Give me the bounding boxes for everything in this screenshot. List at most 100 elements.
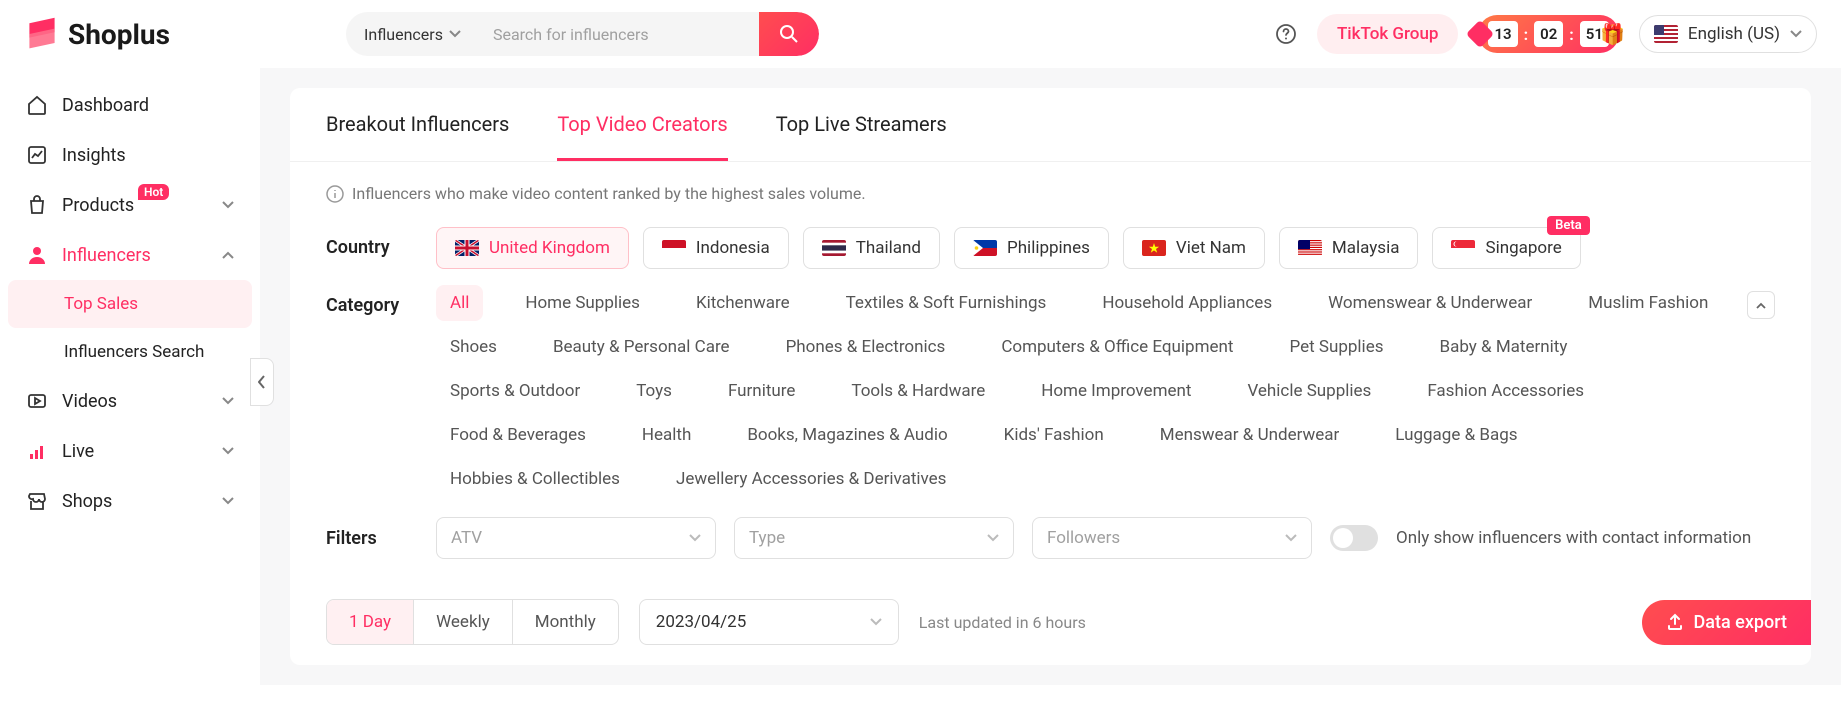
shop-icon (26, 490, 48, 512)
category-chip[interactable]: Textiles & Soft Furnishings (832, 285, 1061, 321)
category-chip[interactable]: Beauty & Personal Care (539, 329, 744, 365)
main-content: Breakout Influencers Top Video Creators … (260, 68, 1841, 685)
contact-toggle-label: Only show influencers with contact infor… (1396, 528, 1751, 548)
flag-ph-icon (973, 240, 997, 256)
beta-badge: Beta (1547, 216, 1590, 235)
period-monthly[interactable]: Monthly (513, 600, 618, 644)
followers-filter[interactable]: Followers (1032, 517, 1312, 559)
category-chip[interactable]: Computers & Office Equipment (987, 329, 1247, 365)
nav-label: Videos (62, 391, 117, 412)
tab-breakout-influencers[interactable]: Breakout Influencers (326, 112, 509, 161)
chart-icon (26, 144, 48, 166)
country-name: Viet Nam (1176, 238, 1246, 258)
category-chip[interactable]: Kids' Fashion (990, 417, 1118, 453)
collapse-categories-button[interactable] (1747, 291, 1775, 319)
help-icon (1275, 23, 1297, 45)
country-name: Philippines (1007, 238, 1090, 258)
main-tabs: Breakout Influencers Top Video Creators … (290, 88, 1811, 162)
video-icon (26, 390, 48, 412)
logo[interactable]: Shoplus (24, 16, 254, 52)
atv-filter[interactable]: ATV (436, 517, 716, 559)
country-chip-my[interactable]: Malaysia (1279, 227, 1419, 269)
nav-dashboard[interactable]: Dashboard (8, 80, 252, 130)
info-text: Influencers who make video content ranke… (352, 184, 866, 203)
category-chip[interactable]: Phones & Electronics (772, 329, 960, 365)
language-selector[interactable]: English (US) (1639, 15, 1817, 53)
country-name: United Kingdom (489, 238, 610, 258)
tab-top-video-creators[interactable]: Top Video Creators (557, 112, 727, 161)
search-input[interactable] (479, 13, 759, 56)
nav-top-sales[interactable]: Top Sales (8, 280, 252, 328)
category-chip[interactable]: Furniture (714, 373, 809, 409)
nav-live[interactable]: Live (8, 426, 252, 476)
category-chip[interactable]: Baby & Maternity (1425, 329, 1581, 365)
category-chip[interactable]: Home Supplies (511, 285, 654, 321)
category-chip[interactable]: Books, Magazines & Audio (733, 417, 961, 453)
country-chip-sg[interactable]: SingaporeBeta (1432, 227, 1580, 269)
category-chip[interactable]: Fashion Accessories (1413, 373, 1598, 409)
country-name: Malaysia (1332, 238, 1400, 258)
nav-shops[interactable]: Shops (8, 476, 252, 526)
nav-products[interactable]: Products Hot (8, 180, 252, 230)
chevron-down-icon (689, 534, 701, 542)
hot-badge: Hot (138, 184, 169, 200)
category-chip[interactable]: Shoes (436, 329, 511, 365)
logo-text: Shoplus (68, 18, 170, 51)
category-chip[interactable]: Womenswear & Underwear (1314, 285, 1546, 321)
period-1day[interactable]: 1 Day (327, 600, 414, 644)
chevron-down-icon (870, 618, 882, 626)
country-chip-uk[interactable]: United Kingdom (436, 227, 629, 269)
chevron-down-icon (222, 497, 234, 505)
nav-influencers-search[interactable]: Influencers Search (8, 328, 252, 376)
followers-placeholder: Followers (1047, 528, 1120, 548)
help-button[interactable] (1275, 23, 1297, 45)
tiktok-group-button[interactable]: TikTok Group (1317, 14, 1459, 54)
category-chip[interactable]: Hobbies & Collectibles (436, 461, 634, 497)
contact-info-toggle[interactable] (1330, 525, 1378, 551)
person-icon (26, 244, 48, 266)
countdown-timer[interactable]: 13 : 02 : 51 🎁 (1478, 15, 1618, 53)
type-filter[interactable]: Type (734, 517, 1014, 559)
nav-label: Insights (62, 145, 126, 166)
category-chip[interactable]: Jewellery Accessories & Derivatives (662, 461, 961, 497)
category-chip[interactable]: Tools & Hardware (837, 373, 999, 409)
category-chip[interactable]: Food & Beverages (436, 417, 600, 453)
nav-videos[interactable]: Videos (8, 376, 252, 426)
category-chip[interactable]: Vehicle Supplies (1233, 373, 1385, 409)
filters-label: Filters (326, 528, 416, 549)
tab-top-live-streamers[interactable]: Top Live Streamers (776, 112, 947, 161)
export-label: Data export (1694, 612, 1787, 633)
gift-icon: 🎁 (1600, 22, 1625, 46)
nav-influencers[interactable]: Influencers (8, 230, 252, 280)
language-label: English (US) (1688, 24, 1780, 44)
chevron-down-icon (1790, 30, 1802, 38)
country-chip-id[interactable]: Indonesia (643, 227, 789, 269)
category-chip[interactable]: Muslim Fashion (1574, 285, 1722, 321)
logo-icon (24, 16, 60, 52)
category-chip[interactable]: Toys (622, 373, 686, 409)
category-chip[interactable]: Menswear & Underwear (1146, 417, 1354, 453)
period-weekly[interactable]: Weekly (414, 600, 513, 644)
chevron-left-icon (258, 375, 266, 389)
category-chip[interactable]: Home Improvement (1027, 373, 1205, 409)
country-chip-th[interactable]: Thailand (803, 227, 940, 269)
flag-us-icon (1654, 25, 1678, 43)
category-chip[interactable]: Health (628, 417, 705, 453)
category-chip[interactable]: All (436, 285, 483, 321)
search-button[interactable] (759, 12, 819, 56)
search-category-dropdown[interactable]: Influencers (346, 25, 479, 44)
category-chip[interactable]: Household Appliances (1088, 285, 1286, 321)
nav-insights[interactable]: Insights (8, 130, 252, 180)
country-chip-ph[interactable]: Philippines (954, 227, 1109, 269)
home-icon (26, 94, 48, 116)
category-chip[interactable]: Sports & Outdoor (436, 373, 594, 409)
chevron-down-icon (222, 397, 234, 405)
category-chip[interactable]: Luggage & Bags (1381, 417, 1531, 453)
country-chip-vn[interactable]: Viet Nam (1123, 227, 1265, 269)
category-chip[interactable]: Pet Supplies (1275, 329, 1397, 365)
data-export-button[interactable]: Data export (1642, 600, 1811, 645)
nav-label: Live (62, 441, 94, 462)
date-selector[interactable]: 2023/04/25 (639, 599, 899, 645)
sidebar-collapse-button[interactable] (250, 358, 274, 406)
category-chip[interactable]: Kitchenware (682, 285, 804, 321)
